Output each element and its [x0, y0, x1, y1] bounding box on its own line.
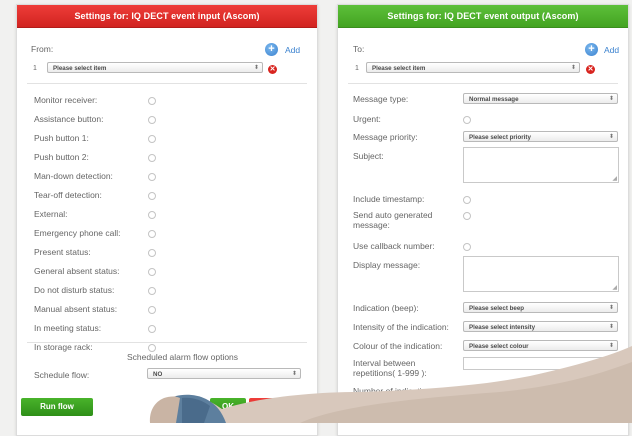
tear-off-detection-label: Tear-off detection: [34, 190, 102, 200]
schedule-flow-label: Schedule flow: [34, 370, 90, 380]
indication-beep-label: Indication (beep): [353, 303, 419, 313]
select-arrows-icon: ⬍ [608, 343, 614, 349]
messaging-time-label: Messaging time( 1- [353, 412, 426, 422]
send-auto-message-label: Send auto generated message: [353, 210, 433, 230]
push-button-1-label: Push button 1: [34, 133, 89, 143]
push-button-2-label: Push button 2: [34, 152, 89, 162]
include-timestamp-label: Include timestamp: [353, 194, 425, 204]
external-label: External: [34, 209, 68, 219]
indication-intensity-value: Please select intensity [469, 324, 536, 331]
indication-colour-value: Please select colour [469, 343, 529, 350]
divider [27, 342, 307, 343]
external-checkbox[interactable] [148, 211, 156, 219]
message-type-value: Normal message [469, 96, 519, 103]
remove-source-icon[interactable]: ✕ [268, 65, 277, 74]
monitor-receiver-checkbox[interactable] [148, 97, 156, 105]
indication-colour-label: Colour of the indication: [353, 341, 443, 351]
select-arrows-icon: ⬍ [608, 134, 614, 140]
ok-button[interactable]: OK [210, 398, 246, 416]
in-meeting-status-checkbox[interactable] [148, 325, 156, 333]
add-recipient-plus-icon[interactable]: + [585, 43, 598, 56]
resize-grip-icon[interactable]: ◢ [612, 176, 617, 182]
monitor-receiver-label: Monitor receiver: [34, 95, 98, 105]
message-priority-value: Please select priority [469, 134, 531, 141]
man-down-detection-checkbox[interactable] [148, 173, 156, 181]
message-priority-label: Message priority: [353, 132, 418, 142]
schedule-flow-value: NO [153, 371, 163, 378]
repetition-interval-input[interactable] [463, 357, 619, 370]
number-of-indications-label: Number of indications( 1-999 ): [353, 386, 448, 406]
use-callback-number-label: Use callback number: [353, 241, 435, 251]
remove-recipient-icon[interactable]: ✕ [586, 65, 595, 74]
subject-textarea[interactable]: ◢ [463, 147, 619, 183]
display-message-label: Display message: [353, 260, 421, 270]
select-arrows-icon: ⬍ [608, 324, 614, 330]
repetition-interval-label: Interval between repetitions( 1-999 ): [353, 358, 427, 378]
recipient-select[interactable]: Please select item ⬍ [366, 62, 580, 73]
select-arrows-icon: ⬍ [570, 65, 576, 71]
send-auto-message-checkbox[interactable] [463, 212, 471, 220]
input-panel-title: Settings for: IQ DECT event input (Ascom… [17, 5, 317, 28]
push-button-1-checkbox[interactable] [148, 135, 156, 143]
cancel-button[interactable] [249, 398, 297, 416]
divider [27, 83, 307, 84]
manual-absent-status-checkbox[interactable] [148, 306, 156, 314]
to-label: To: [353, 44, 365, 54]
select-arrows-icon: ⬍ [608, 305, 614, 311]
urgent-checkbox[interactable] [463, 116, 471, 124]
display-message-textarea[interactable]: ◢ [463, 256, 619, 292]
add-recipient-link[interactable]: Add [604, 45, 619, 55]
message-type-select[interactable]: Normal message ⬍ [463, 93, 618, 104]
manual-absent-status-label: Manual absent status: [34, 304, 118, 314]
present-status-checkbox[interactable] [148, 249, 156, 257]
select-arrows-icon: ⬍ [253, 65, 259, 71]
select-arrows-icon: ⬍ [291, 371, 297, 377]
general-absent-status-checkbox[interactable] [148, 268, 156, 276]
subject-label: Subject: [353, 151, 384, 161]
do-not-disturb-status-label: Do not disturb status: [34, 285, 115, 295]
tear-off-detection-checkbox[interactable] [148, 192, 156, 200]
recipient-row-index: 1 [355, 65, 359, 72]
run-flow-button[interactable]: Run flow [21, 398, 93, 416]
recipient-select-value: Please select item [372, 65, 426, 72]
resize-grip-icon[interactable]: ◢ [612, 285, 617, 291]
event-input-settings-panel: Settings for: IQ DECT event input (Ascom… [16, 4, 318, 436]
do-not-disturb-status-checkbox[interactable] [148, 287, 156, 295]
indication-intensity-label: Intensity of the indication: [353, 322, 449, 332]
select-arrows-icon: ⬍ [608, 96, 614, 102]
message-priority-select[interactable]: Please select priority ⬍ [463, 131, 618, 142]
source-select[interactable]: Please select item ⬍ [47, 62, 263, 73]
schedule-flow-select[interactable]: NO ⬍ [147, 368, 301, 379]
indication-beep-select[interactable]: Please select beep ⬍ [463, 302, 618, 313]
include-timestamp-checkbox[interactable] [463, 196, 471, 204]
emergency-phone-call-label: Emergency phone call: [34, 228, 121, 238]
from-label: From: [31, 44, 54, 54]
present-status-label: Present status: [34, 247, 91, 257]
assistance-button-label: Assistance button: [34, 114, 104, 124]
event-output-settings-panel: Settings for: IQ DECT event output (Asco… [337, 4, 629, 436]
in-storage-rack-checkbox[interactable] [148, 344, 156, 352]
source-select-value: Please select item [53, 65, 107, 72]
in-storage-rack-label: In storage rack: [34, 342, 93, 352]
push-button-2-checkbox[interactable] [148, 154, 156, 162]
message-type-label: Message type: [353, 94, 409, 104]
man-down-detection-label: Man-down detection: [34, 171, 113, 181]
urgent-label: Urgent: [353, 114, 381, 124]
add-source-plus-icon[interactable]: + [265, 43, 278, 56]
indication-beep-value: Please select beep [469, 305, 525, 312]
use-callback-number-checkbox[interactable] [463, 243, 471, 251]
source-row-index: 1 [33, 65, 37, 72]
number-of-indications-input[interactable] [463, 387, 619, 400]
emergency-phone-call-checkbox[interactable] [148, 230, 156, 238]
indication-colour-select[interactable]: Please select colour ⬍ [463, 340, 618, 351]
general-absent-status-label: General absent status: [34, 266, 120, 276]
divider [348, 83, 618, 84]
add-source-link[interactable]: Add [285, 45, 300, 55]
assistance-button-checkbox[interactable] [148, 116, 156, 124]
output-panel-title: Settings for: IQ DECT event output (Asco… [338, 5, 628, 28]
indication-intensity-select[interactable]: Please select intensity ⬍ [463, 321, 618, 332]
schedule-section-heading: Scheduled alarm flow options [127, 352, 239, 362]
in-meeting-status-label: In meeting status: [34, 323, 102, 333]
